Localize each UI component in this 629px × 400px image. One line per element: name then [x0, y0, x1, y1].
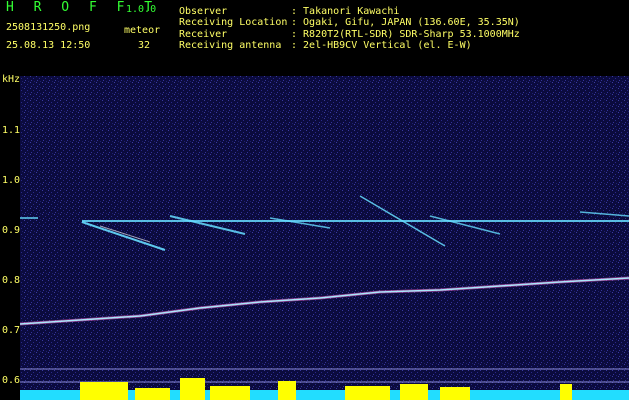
- datetime: 25.08.13 12:50: [6, 40, 91, 51]
- y-tick-label: 1.0: [2, 175, 21, 186]
- file-name: 2508131250.png: [6, 22, 91, 33]
- info-label-antenna: Receiving antenna: [179, 40, 282, 51]
- spectrogram-svg: [20, 76, 629, 400]
- header-panel: H R O F F T 1.0.0 2508131250.png meteor …: [0, 0, 629, 68]
- y-tick-label: 0.7: [2, 325, 21, 336]
- noise-background: [20, 76, 629, 400]
- y-tick-label: 0.9: [2, 225, 21, 236]
- y-tick-label: 0.8: [2, 275, 21, 286]
- info-value-location: : Ogaki, Gifu, JAPAN (136.60E, 35.35N): [291, 17, 520, 28]
- y-tick-label: 1.1: [2, 125, 21, 136]
- info-value-antenna: : 2el-HB9CV Vertical (el. E-W): [291, 40, 472, 51]
- y-tick-label: 0.6: [2, 375, 21, 386]
- app-version: 1.0.0: [126, 4, 157, 15]
- mode-label: meteor: [124, 25, 161, 36]
- info-label-location: Receiving Location: [179, 17, 288, 28]
- y-unit-label: kHz: [2, 74, 21, 85]
- spectrogram-canvas: [20, 76, 629, 400]
- detection-count: 32: [138, 40, 151, 51]
